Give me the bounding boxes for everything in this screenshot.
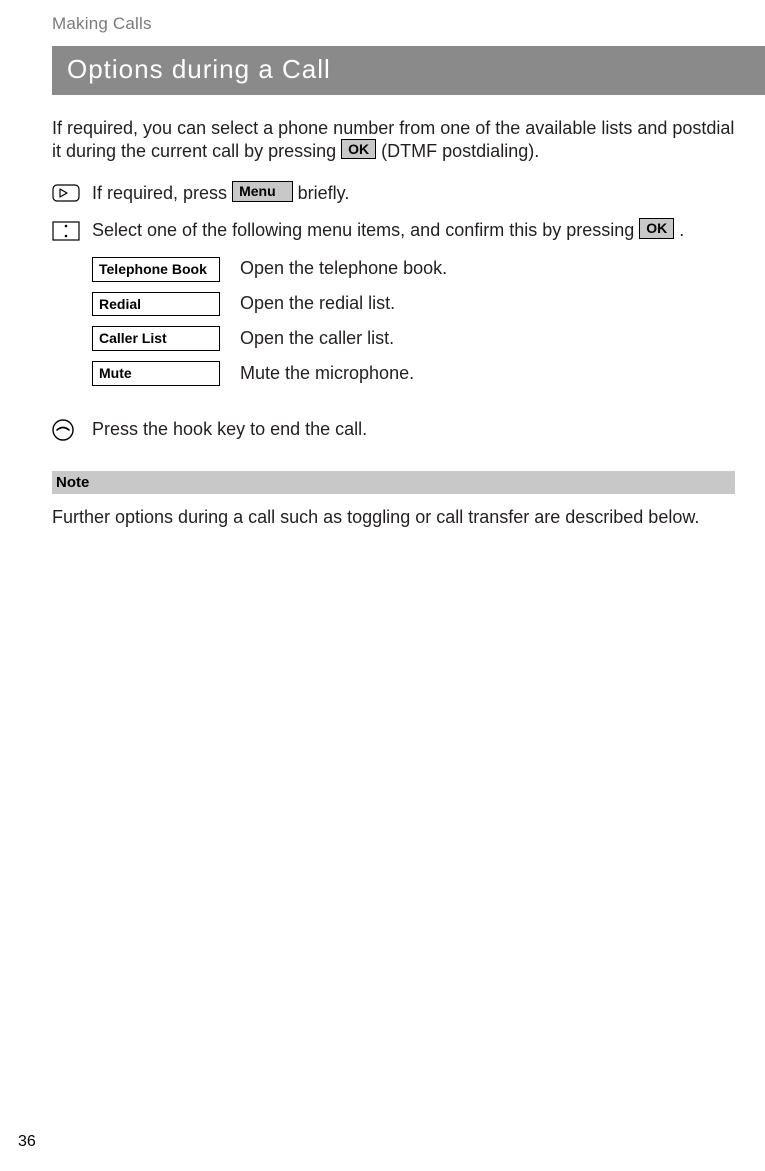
menu-desc-redial: Open the redial list. [240, 293, 395, 315]
menu-row: Mute Mute the microphone. [92, 361, 735, 386]
ok-key-inline-1: OK [341, 139, 376, 160]
menu-key-inline: Menu [232, 181, 293, 202]
softkey-press-icon [52, 182, 92, 202]
menu-row: Redial Open the redial list. [92, 292, 735, 317]
menu-row: Caller List Open the caller list. [92, 326, 735, 351]
note-label-bar: Note [52, 471, 735, 494]
menu-desc-caller-list: Open the caller list. [240, 328, 394, 350]
ok-key-inline-2: OK [639, 218, 674, 239]
hook-key-row: Press the hook key to end the call. [52, 418, 735, 441]
step-2-after: . [679, 220, 684, 240]
step-1-after: briefly. [298, 183, 350, 203]
menu-item-mute: Mute [92, 361, 220, 386]
hook-key-icon [52, 419, 92, 441]
page-header: Making Calls [52, 14, 765, 34]
page-number: 36 [18, 1133, 36, 1151]
step-1-text: If required, press Menu briefly. [92, 182, 735, 205]
step-row-1: If required, press Menu briefly. [52, 182, 735, 205]
step-2-text: Select one of the following menu items, … [92, 219, 735, 242]
menu-desc-telephone-book: Open the telephone book. [240, 258, 447, 280]
hook-key-text: Press the hook key to end the call. [92, 418, 735, 441]
menu-item-redial: Redial [92, 292, 220, 317]
note-text: Further options during a call such as to… [52, 506, 735, 529]
step-1-before: If required, press [92, 183, 232, 203]
menu-item-telephone-book: Telephone Book [92, 257, 220, 282]
step-2-before: Select one of the following menu items, … [92, 220, 639, 240]
intro-text-after: (DTMF postdialing). [381, 141, 539, 161]
menu-row: Telephone Book Open the telephone book. [92, 257, 735, 282]
menu-item-caller-list: Caller List [92, 326, 220, 351]
navigation-key-icon [52, 219, 92, 241]
intro-paragraph: If required, you can select a phone numb… [52, 117, 735, 162]
menu-desc-mute: Mute the microphone. [240, 363, 414, 385]
step-row-2: Select one of the following menu items, … [52, 219, 735, 242]
menu-options-table: Telephone Book Open the telephone book. … [92, 257, 735, 386]
section-title: Options during a Call [52, 46, 765, 95]
